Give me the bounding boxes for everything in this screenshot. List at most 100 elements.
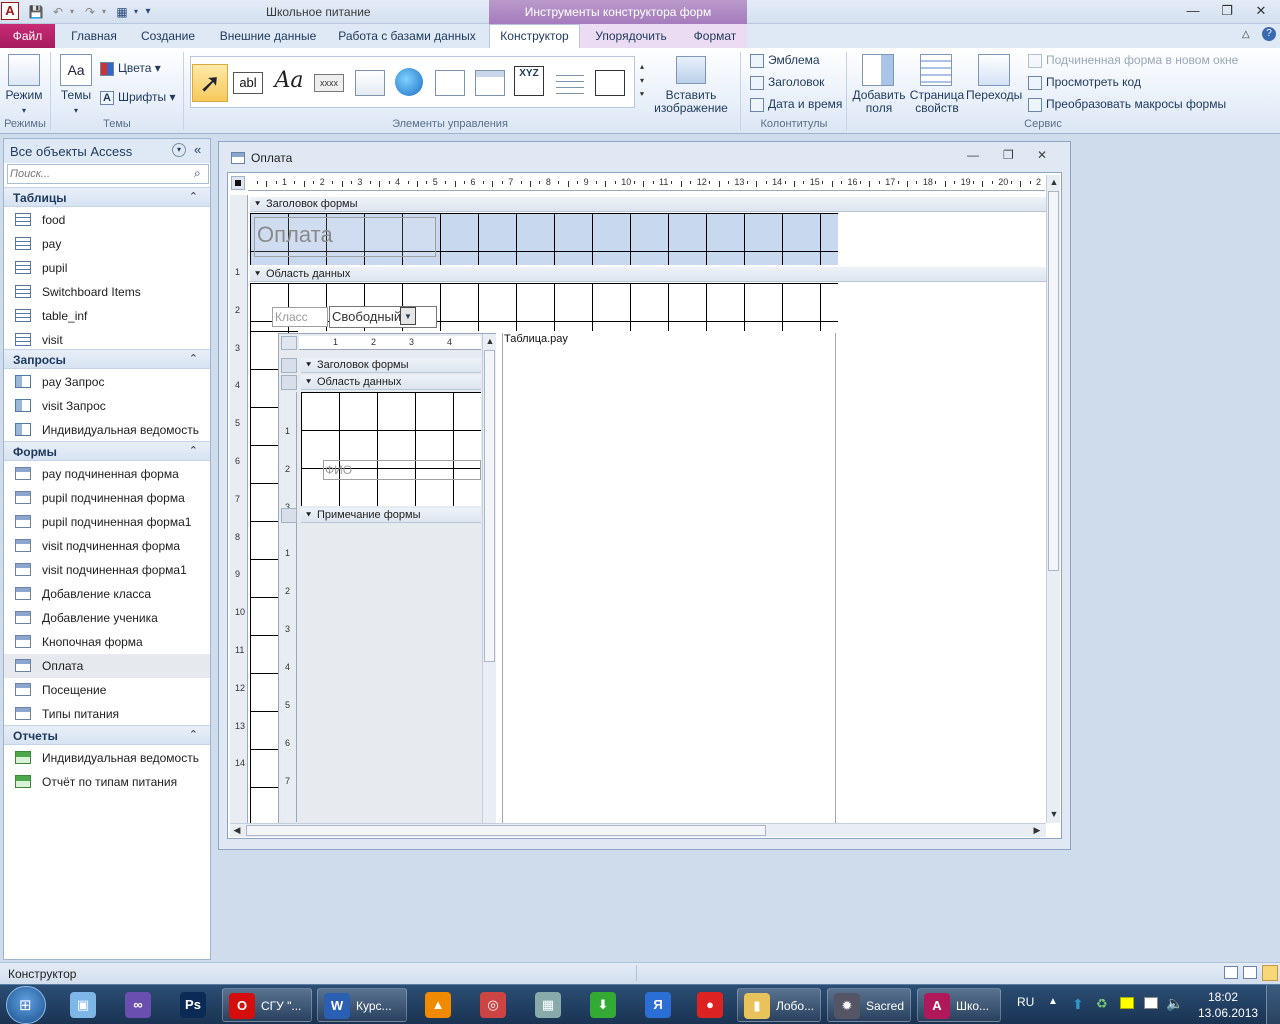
subform-control[interactable]: 1234 Заголовок формы Область данных 1231… bbox=[278, 333, 496, 825]
property-sheet-button[interactable]: Страница свойств bbox=[908, 89, 966, 115]
nav-collapse-icon[interactable]: « bbox=[194, 142, 201, 157]
taskbar-button-game[interactable]: ◎ bbox=[467, 988, 519, 1022]
subform-selector[interactable] bbox=[281, 336, 297, 350]
nav-item-table[interactable]: food bbox=[4, 208, 210, 232]
subform-footer-selector[interactable] bbox=[281, 508, 297, 523]
form-header-section-bar[interactable]: Заголовок формы bbox=[250, 197, 1046, 212]
nav-section-table[interactable]: Таблицы ⌃ bbox=[4, 187, 210, 207]
class-combobox[interactable]: Свободный bbox=[329, 306, 437, 328]
tray-notes-icon[interactable] bbox=[1120, 997, 1134, 1009]
taskbar-button-O[interactable]: O СГУ "... bbox=[222, 988, 312, 1022]
nav-item-query[interactable]: visit Запрос bbox=[4, 394, 210, 418]
form-view-icon[interactable] bbox=[1224, 966, 1238, 979]
tab-external-data[interactable]: Внешние данные bbox=[212, 24, 324, 48]
view-code-button[interactable]: Просмотреть код bbox=[1028, 76, 1141, 90]
fio-label[interactable]: ФИО bbox=[323, 460, 481, 480]
restore-icon[interactable]: ❐ bbox=[1214, 2, 1240, 20]
add-fields-icon[interactable] bbox=[862, 54, 894, 86]
nav-section-query[interactable]: Запросы ⌃ bbox=[4, 349, 210, 369]
nav-item-form[interactable]: Оплата bbox=[4, 654, 210, 678]
logo-button[interactable]: Эмблема bbox=[750, 54, 820, 68]
nav-item-query[interactable]: pay Запрос bbox=[4, 370, 210, 394]
title-button[interactable]: Заголовок bbox=[750, 76, 824, 90]
textbox-control-icon[interactable]: abl bbox=[233, 72, 263, 94]
nav-item-report[interactable]: Индивидуальная ведомость bbox=[4, 746, 210, 770]
nav-section-form[interactable]: Формы ⌃ bbox=[4, 441, 210, 461]
tab-order-button[interactable]: Переходы bbox=[966, 89, 1022, 102]
horizontal-scroll-thumb[interactable] bbox=[246, 825, 766, 836]
tab-control-icon[interactable] bbox=[355, 70, 385, 96]
web-browser-control-icon[interactable] bbox=[435, 70, 465, 96]
nav-item-form[interactable]: Посещение bbox=[4, 678, 210, 702]
subform-footer-section-bar[interactable]: Примечание формы bbox=[301, 508, 481, 523]
start-button[interactable]: ⊞ bbox=[6, 986, 46, 1024]
nav-item-form[interactable]: Добавление класса bbox=[4, 582, 210, 606]
nav-item-table[interactable]: pay bbox=[4, 232, 210, 256]
subform-header-selector[interactable] bbox=[281, 358, 297, 373]
colors-button[interactable]: Цвета ▾ bbox=[100, 62, 161, 76]
subform-header-section-bar[interactable]: Заголовок формы bbox=[301, 358, 481, 373]
clock-time[interactable]: 18:02 bbox=[1208, 990, 1238, 1004]
layout-view-icon[interactable] bbox=[1243, 966, 1257, 979]
search-icon[interactable]: ⌕ bbox=[194, 166, 201, 181]
add-fields-button[interactable]: Добавить поля bbox=[850, 89, 908, 115]
nav-item-form[interactable]: pupil подчиненная форма bbox=[4, 486, 210, 510]
collapse-ribbon-icon[interactable]: △ bbox=[1242, 29, 1250, 40]
taskbar-button-access[interactable]: A Шко... bbox=[917, 988, 1001, 1022]
label-control-icon[interactable]: Aa bbox=[272, 68, 306, 96]
tab-create[interactable]: Создание bbox=[132, 24, 204, 48]
nav-item-table[interactable]: table_inf bbox=[4, 304, 210, 328]
design-view-icon[interactable] bbox=[1262, 965, 1278, 981]
combo-box-icon[interactable] bbox=[595, 70, 625, 96]
form-minimize-icon[interactable]: — bbox=[967, 148, 979, 162]
nav-search-box[interactable]: ⌕ bbox=[7, 164, 209, 184]
nav-item-table[interactable]: Switchboard Items bbox=[4, 280, 210, 304]
scroll-down-icon[interactable]: ▼ bbox=[1047, 809, 1061, 819]
taskbar-button-download[interactable]: ⬇ bbox=[577, 988, 629, 1022]
access-app-icon[interactable]: A bbox=[1, 2, 19, 20]
view-mode-icon[interactable] bbox=[8, 54, 40, 86]
collapse-chevron-icon[interactable]: ⌃ bbox=[189, 728, 198, 741]
class-label[interactable]: Класс bbox=[272, 307, 328, 327]
scroll-up-icon[interactable]: ▲ bbox=[1047, 177, 1061, 187]
view-mode-dropdown-icon[interactable]: ▾ bbox=[18, 104, 30, 117]
designer-horizontal-scrollbar[interactable]: ◀ ▶ bbox=[230, 823, 1046, 837]
nav-section-report[interactable]: Отчеты ⌃ bbox=[4, 725, 210, 745]
themes-dropdown-icon[interactable]: ▾ bbox=[70, 104, 82, 117]
collapse-chevron-icon[interactable]: ⌃ bbox=[189, 444, 198, 457]
nav-item-form[interactable]: Типы питания bbox=[4, 702, 210, 726]
tab-home[interactable]: Главная bbox=[62, 24, 126, 48]
nav-header[interactable]: Все объекты Access ▾ « bbox=[4, 139, 210, 163]
nav-item-form[interactable]: visit подчиненная форма1 bbox=[4, 558, 210, 582]
minimize-icon[interactable]: — bbox=[1180, 2, 1206, 20]
designer-vertical-scrollbar[interactable]: ▲ ▼ bbox=[1046, 175, 1060, 823]
nav-item-query[interactable]: Индивидуальная ведомость bbox=[4, 418, 210, 442]
customize-qat-icon[interactable]: ▾ bbox=[140, 4, 156, 20]
nav-item-report[interactable]: Отчёт по типам питания bbox=[4, 770, 210, 794]
taskbar-button-calc[interactable]: ▦ bbox=[522, 988, 574, 1022]
taskbar-button-record[interactable]: ● bbox=[687, 988, 733, 1022]
nav-item-form[interactable]: visit подчиненная форма bbox=[4, 534, 210, 558]
tab-file[interactable]: Файл bbox=[0, 24, 55, 48]
scroll-left-icon[interactable]: ◀ bbox=[230, 825, 244, 836]
taskbar-button-W[interactable]: W Курс... bbox=[317, 988, 407, 1022]
page-break-icon[interactable] bbox=[556, 70, 584, 96]
collapse-chevron-icon[interactable]: ⌃ bbox=[189, 190, 198, 203]
form-selector[interactable] bbox=[231, 176, 245, 190]
nav-item-form[interactable]: pupil подчиненная форма1 bbox=[4, 510, 210, 534]
taskbar-button-folder[interactable]: ▮ Лобо... bbox=[737, 988, 821, 1022]
undo-dropdown-icon[interactable]: ▾ bbox=[64, 4, 80, 20]
show-desktop-button[interactable] bbox=[1266, 985, 1280, 1024]
save-icon[interactable]: 💾 bbox=[28, 4, 44, 20]
property-sheet-icon[interactable] bbox=[920, 54, 952, 86]
fonts-button[interactable]: A Шрифты ▾ bbox=[100, 91, 175, 105]
nav-item-form[interactable]: Кнопочная форма bbox=[4, 630, 210, 654]
button-control-icon[interactable]: xxxx bbox=[314, 74, 344, 92]
language-indicator[interactable]: RU bbox=[1017, 995, 1034, 1009]
vertical-scroll-thumb[interactable] bbox=[1048, 191, 1059, 571]
navigation-control-icon[interactable] bbox=[475, 70, 505, 96]
themes-button[interactable]: Темы bbox=[56, 89, 96, 102]
nav-item-table[interactable]: pupil bbox=[4, 256, 210, 280]
help-icon[interactable]: ? bbox=[1262, 27, 1276, 41]
tray-network-icon[interactable]: ⬆ bbox=[1072, 996, 1084, 1013]
